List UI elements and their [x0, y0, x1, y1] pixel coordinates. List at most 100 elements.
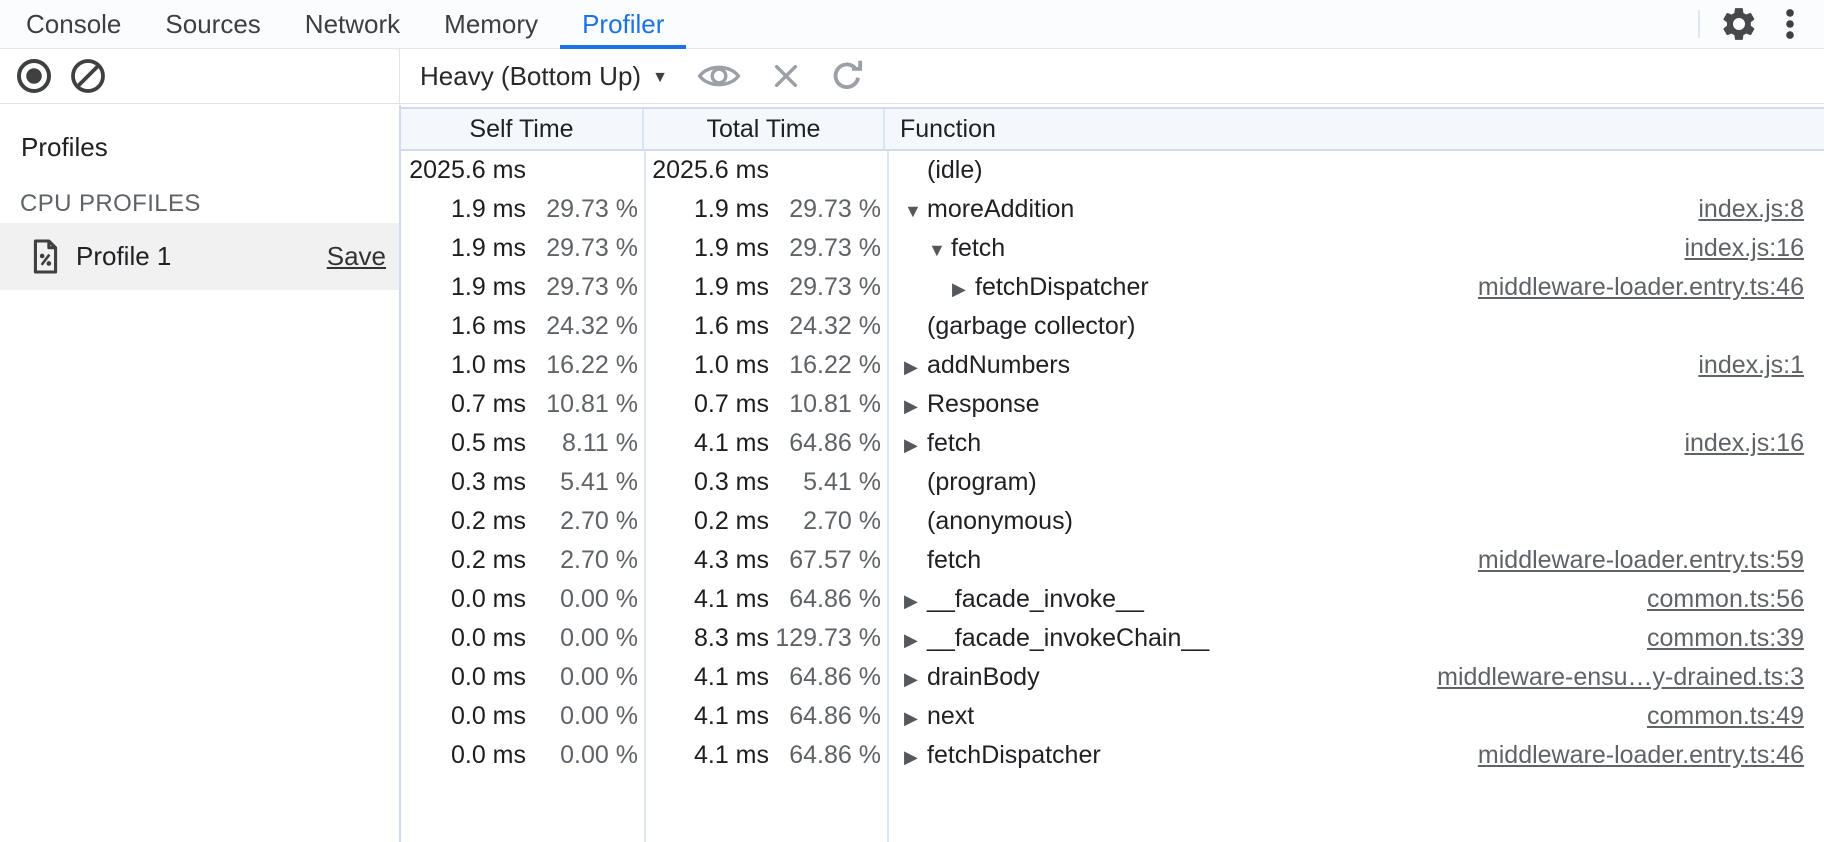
function-name: (program): [927, 468, 1037, 497]
source-link[interactable]: index.js:1: [1668, 351, 1804, 380]
profile-table-row[interactable]: 0.0 ms0.00 %4.1 ms64.86 %▶nextcommon.ts:…: [401, 697, 1824, 736]
total-time-pct: 5.41 %: [769, 468, 881, 497]
self-time-cell: 1.9 ms29.73 %: [401, 195, 646, 224]
total-time-ms: 0.2 ms: [646, 507, 769, 536]
tree-expand-icon[interactable]: ▶: [904, 746, 927, 766]
self-time-ms: 1.9 ms: [401, 195, 526, 224]
tree-expand-icon[interactable]: ▶: [904, 668, 927, 688]
profile-view-label: Heavy (Bottom Up): [420, 61, 641, 92]
total-time-ms: 0.3 ms: [646, 468, 769, 497]
function-cell: ▶fetch index.js:16: [889, 429, 1824, 458]
record-controls: [0, 49, 400, 103]
total-time-ms: 0.7 ms: [646, 390, 769, 419]
total-time-cell: 0.3 ms5.41 %: [646, 468, 889, 497]
source-link[interactable]: index.js:8: [1668, 195, 1804, 224]
tab-console[interactable]: Console: [4, 0, 143, 48]
exclude-function-button[interactable]: [770, 60, 802, 92]
profile-table-row[interactable]: 0.3 ms5.41 %0.3 ms5.41 %(program): [401, 463, 1824, 502]
total-time-cell: 1.6 ms24.32 %: [646, 312, 889, 341]
self-time-pct: 0.00 %: [526, 663, 638, 692]
restore-functions-button[interactable]: [830, 59, 864, 93]
save-profile-link[interactable]: Save: [327, 241, 386, 272]
source-link[interactable]: common.ts:39: [1617, 624, 1804, 653]
profile-view-select[interactable]: Heavy (Bottom Up) ▼: [420, 61, 668, 92]
source-link[interactable]: middleware-loader.entry.ts:46: [1448, 273, 1804, 302]
total-time-pct: 64.86 %: [769, 585, 881, 614]
source-link[interactable]: middleware-loader.entry.ts:46: [1448, 741, 1804, 770]
source-link[interactable]: middleware-loader.entry.ts:59: [1448, 546, 1804, 575]
total-time-ms: 4.1 ms: [646, 429, 769, 458]
self-time-cell: 0.2 ms2.70 %: [401, 546, 646, 575]
tab-label: Memory: [444, 9, 538, 40]
self-time-cell: 1.9 ms29.73 %: [401, 234, 646, 263]
function-cell: ▶fetchDispatchermiddleware-loader.entry.…: [889, 741, 1824, 770]
profile-table-row[interactable]: 0.0 ms0.00 %4.1 ms64.86 %▶drainBodymiddl…: [401, 658, 1824, 697]
record-icon: [14, 56, 54, 96]
profile-table-row[interactable]: 0.0 ms0.00 %8.3 ms129.73 %▶__facade_invo…: [401, 619, 1824, 658]
total-time-cell: 1.9 ms29.73 %: [646, 273, 889, 302]
self-time-ms: 0.0 ms: [401, 702, 526, 731]
total-time-ms: 4.1 ms: [646, 663, 769, 692]
profile-table-row[interactable]: 1.0 ms16.22 %1.0 ms16.22 %▶addNumbersind…: [401, 346, 1824, 385]
self-time-pct: 29.73 %: [526, 234, 638, 263]
function-cell: ▶addNumbers index.js:1: [889, 351, 1824, 380]
profile-table-row[interactable]: 1.9 ms29.73 %1.9 ms29.73 %▼fetchindex.js…: [401, 229, 1824, 268]
start-recording-button[interactable]: [14, 56, 54, 96]
self-time-cell: 0.2 ms2.70 %: [401, 507, 646, 536]
more-options-button[interactable]: [1778, 5, 1802, 43]
settings-button[interactable]: [1720, 5, 1758, 43]
self-time-pct: 24.32 %: [526, 312, 638, 341]
profile-table-row[interactable]: 1.9 ms29.73 %1.9 ms29.73 %▼moreAdditioni…: [401, 190, 1824, 229]
clear-profiles-button[interactable]: [68, 56, 108, 96]
function-name: fetch: [927, 429, 981, 458]
focus-function-button[interactable]: [696, 60, 742, 92]
profile-table-row[interactable]: 0.2 ms2.70 %4.3 ms67.57 %fetchmiddleware…: [401, 541, 1824, 580]
source-link[interactable]: index.js:16: [1654, 429, 1804, 458]
profile-table-row[interactable]: 0.2 ms2.70 %0.2 ms2.70 %(anonymous): [401, 502, 1824, 541]
column-header-self-time[interactable]: Self Time: [401, 109, 644, 149]
function-name: fetchDispatcher: [975, 273, 1149, 302]
self-time-ms: 1.0 ms: [401, 351, 526, 380]
profiles-sidebar: Profiles CPU PROFILES Profile 1 Save: [0, 105, 399, 842]
tree-arrow-spacer: [904, 521, 927, 523]
tab-network[interactable]: Network: [283, 0, 422, 48]
self-time-ms: 0.0 ms: [401, 624, 526, 653]
tree-expand-icon[interactable]: ▶: [904, 395, 927, 415]
tree-expand-icon[interactable]: ▶: [952, 278, 975, 298]
sidebar-item-profile-1[interactable]: Profile 1 Save: [0, 223, 399, 290]
tab-memory[interactable]: Memory: [422, 0, 560, 48]
profile-table-row[interactable]: 0.7 ms10.81 %0.7 ms10.81 %▶Response: [401, 385, 1824, 424]
function-cell: (anonymous): [889, 507, 1824, 536]
tree-expand-icon[interactable]: ▶: [904, 356, 927, 376]
self-time-ms: 0.0 ms: [401, 585, 526, 614]
tree-collapse-icon[interactable]: ▼: [928, 239, 951, 259]
tree-collapse-icon[interactable]: ▼: [904, 200, 927, 220]
source-link[interactable]: middleware-ensu…y-drained.ts:3: [1407, 663, 1804, 692]
profile-table-row[interactable]: 2025.6 ms2025.6 ms(idle): [401, 151, 1824, 190]
self-time-pct: 2.70 %: [526, 546, 638, 575]
column-header-total-time[interactable]: Total Time: [644, 109, 885, 149]
source-link[interactable]: common.ts:56: [1617, 585, 1804, 614]
tree-expand-icon[interactable]: ▶: [904, 629, 927, 649]
tab-sources[interactable]: Sources: [143, 0, 282, 48]
column-header-function[interactable]: Function: [885, 109, 1824, 149]
profile-table-row[interactable]: 0.5 ms8.11 %4.1 ms64.86 %▶fetchindex.js:…: [401, 424, 1824, 463]
source-link[interactable]: index.js:16: [1654, 234, 1804, 263]
profile-table-row[interactable]: 0.0 ms0.00 %4.1 ms64.86 %▶__facade_invok…: [401, 580, 1824, 619]
profile-table-row[interactable]: 1.9 ms29.73 %1.9 ms29.73 % ▶fetchDispatch…: [401, 268, 1824, 307]
profile-table-row[interactable]: 0.0 ms0.00 %4.1 ms64.86 %▶fetchDispatche…: [401, 736, 1824, 775]
profile-document-icon: [30, 238, 61, 275]
function-name: addNumbers: [927, 351, 1070, 380]
profile-table-row[interactable]: 1.6 ms24.32 %1.6 ms24.32 %(garbage colle…: [401, 307, 1824, 346]
source-link[interactable]: common.ts:49: [1617, 702, 1804, 731]
tree-expand-icon[interactable]: ▶: [904, 707, 927, 727]
tab-label: Console: [26, 9, 121, 40]
tree-expand-icon[interactable]: ▶: [904, 590, 927, 610]
grid-body: 2025.6 ms2025.6 ms(idle)1.9 ms29.73 %1.9…: [401, 151, 1824, 842]
function-name: drainBody: [927, 663, 1040, 692]
total-time-pct: 67.57 %: [769, 546, 881, 575]
tree-expand-icon[interactable]: ▶: [904, 434, 927, 454]
self-time-cell: 1.9 ms29.73 %: [401, 273, 646, 302]
self-time-ms: 0.3 ms: [401, 468, 526, 497]
tab-profiler[interactable]: Profiler: [560, 0, 686, 48]
